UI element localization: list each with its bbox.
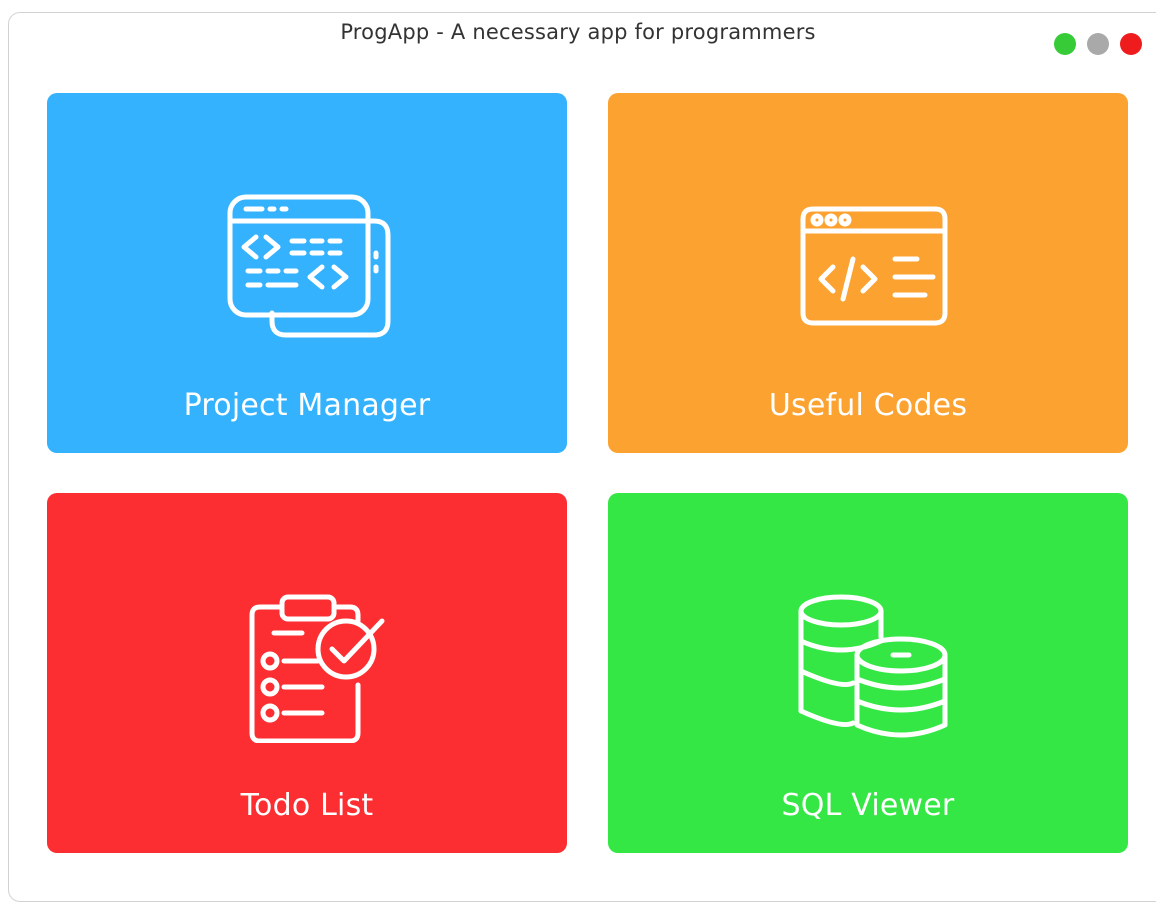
window-controls — [1054, 33, 1142, 55]
tile-label: Todo List — [240, 788, 374, 823]
database-icon — [783, 593, 953, 743]
code-window-icon — [222, 193, 392, 343]
maximize-button[interactable] — [1054, 33, 1076, 55]
tile-useful-codes[interactable]: Useful Codes — [608, 93, 1128, 453]
close-button[interactable] — [1120, 33, 1142, 55]
minimize-button[interactable] — [1087, 33, 1109, 55]
clipboard-check-icon — [222, 593, 392, 743]
tile-sql-viewer[interactable]: SQL Viewer — [608, 493, 1128, 853]
tile-label: SQL Viewer — [781, 788, 955, 823]
tile-label: Useful Codes — [768, 388, 968, 423]
code-browser-icon — [783, 193, 953, 343]
tile-label: Project Manager — [183, 388, 431, 423]
tile-project-manager[interactable]: Project Manager — [47, 93, 567, 453]
window-title: ProgApp - A necessary app for programmer… — [340, 20, 816, 44]
tile-todo-list[interactable]: Todo List — [47, 493, 567, 853]
